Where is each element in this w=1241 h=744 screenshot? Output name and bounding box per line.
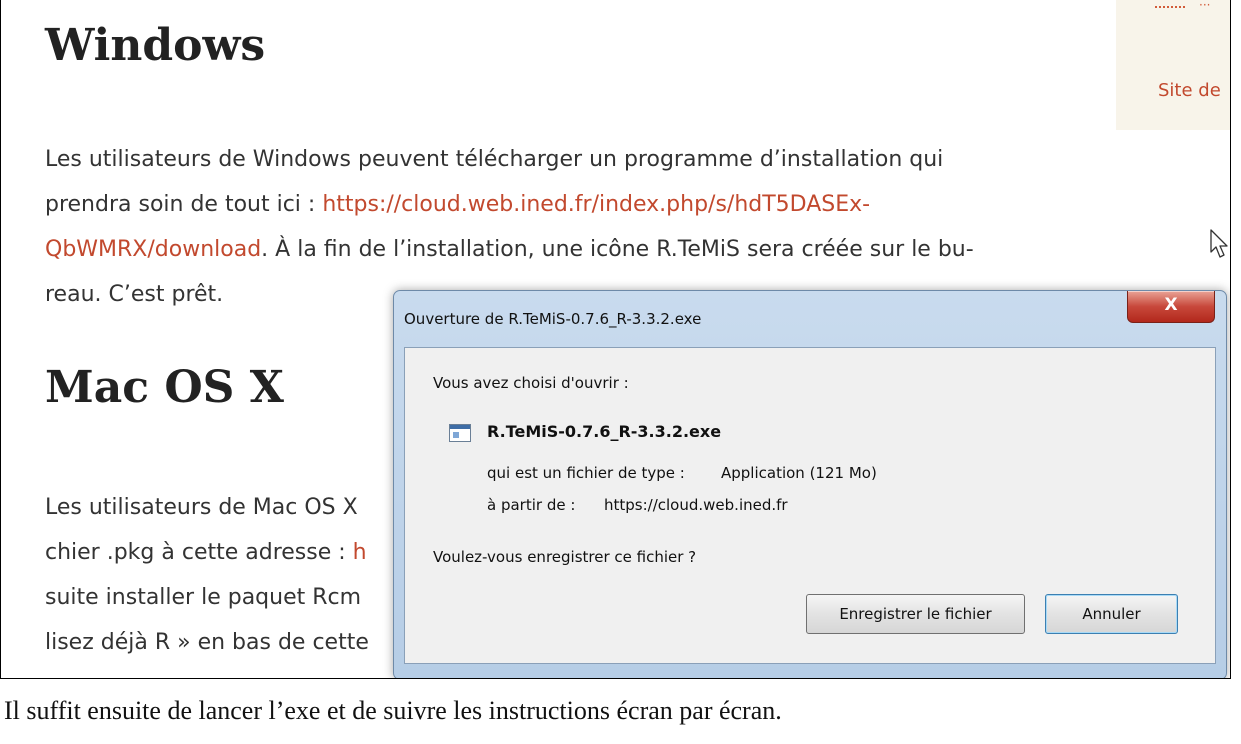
mouse-pointer-icon [1210, 229, 1228, 258]
caption-text: Il suffit ensuite de lancer l’exe et de … [4, 696, 782, 725]
windows-line-3-text: . À la fin de l’installation, une icône … [261, 237, 974, 262]
download-link-part1[interactable]: https://cloud.web.ined.fr/index.php/s/hd… [322, 192, 870, 217]
mac-line-1-text: Les utilisateurs de Mac OS X [45, 495, 358, 520]
windows-line-3: QbWMRX/download. À la fin de l’installat… [45, 227, 1095, 272]
file-source-value: https://cloud.web.ined.fr [604, 496, 788, 514]
dialog-intro: Vous avez choisi d'ouvrir : [433, 374, 629, 392]
dialog-question: Voulez-vous enregistrer ce fichier ? [433, 548, 697, 566]
sidebar-panel [1116, 0, 1230, 130]
cancel-button[interactable]: Annuler [1045, 594, 1178, 634]
file-type-label: qui est un fichier de type : [487, 464, 685, 482]
heading-mac: Mac OS X [45, 362, 284, 413]
mac-line-3-text: suite installer le paquet Rcm [45, 585, 362, 610]
mac-line-4-text: lisez déjà R » en bas de cette [45, 630, 369, 655]
sidebar-link[interactable]: Site de [1158, 80, 1221, 101]
screenshot-frame: Windows Les utilisateurs de Windows peuv… [0, 0, 1231, 679]
windows-line-4-text: reau. C’est prêt. [45, 282, 224, 307]
windows-line-2-text: prendra soin de tout ici : [45, 192, 323, 217]
application-file-icon [449, 424, 471, 442]
sidebar-mark-text: ··· [1199, 0, 1211, 10]
dialog-filename: R.TeMiS-0.7.6_R-3.3.2.exe [487, 422, 722, 441]
dialog-close-button[interactable]: X [1127, 291, 1215, 323]
dialog-body: Vous avez choisi d'ouvrir : R.TeMiS-0.7.… [404, 347, 1216, 664]
heading-windows: Windows [45, 20, 266, 71]
dialog-title: Ouverture de R.TeMiS-0.7.6_R-3.3.2.exe [404, 310, 702, 328]
mac-line-2-text: chier .pkg à cette adresse : [45, 540, 353, 565]
close-icon: X [1164, 295, 1178, 315]
windows-line-1: Les utilisateurs de Windows peuvent télé… [45, 137, 1095, 182]
download-link-part2[interactable]: QbWMRX/download [45, 237, 261, 262]
windows-line-2: prendra soin de tout ici : https://cloud… [45, 182, 1095, 227]
file-open-dialog: Ouverture de R.TeMiS-0.7.6_R-3.3.2.exe X… [393, 290, 1227, 678]
mac-link-fragment[interactable]: h [353, 540, 367, 565]
file-source-label: à partir de : [487, 496, 576, 514]
file-type-value: Application (121 Mo) [721, 464, 877, 482]
sidebar-decoration [1155, 6, 1185, 11]
windows-line-1-text: Les utilisateurs de Windows peuvent télé… [45, 147, 944, 172]
save-file-button[interactable]: Enregistrer le fichier [806, 594, 1025, 634]
